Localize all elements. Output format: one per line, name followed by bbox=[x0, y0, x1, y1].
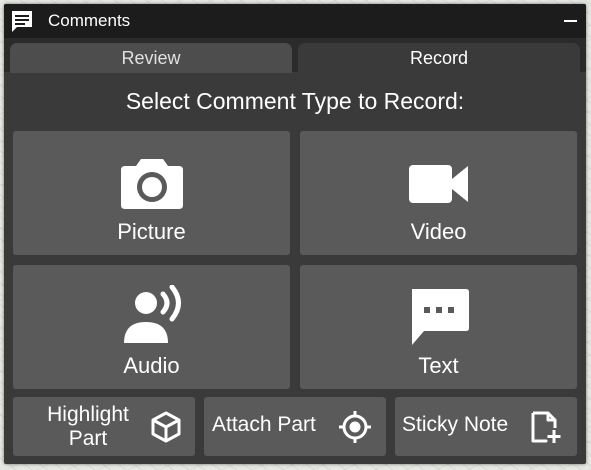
attach-part-button[interactable]: Attach Part bbox=[204, 397, 386, 456]
cube-icon bbox=[151, 411, 181, 443]
audio-button[interactable]: Audio bbox=[13, 265, 290, 389]
picture-label: Picture bbox=[117, 219, 186, 244]
picture-button[interactable]: Picture bbox=[13, 131, 290, 255]
text-label: Text bbox=[418, 353, 459, 378]
target-icon bbox=[339, 411, 371, 443]
comment-icon bbox=[12, 11, 32, 32]
tab-bar: Review Record bbox=[4, 38, 586, 73]
window-title: Comments bbox=[48, 11, 131, 30]
title-bar: Comments bbox=[4, 4, 586, 38]
text-button[interactable]: Text bbox=[300, 265, 577, 389]
audio-label: Audio bbox=[123, 353, 180, 378]
attach-part-label: Attach Part bbox=[212, 413, 316, 436]
video-camera-icon bbox=[408, 165, 468, 203]
sticky-note-label: Sticky Note bbox=[402, 413, 509, 436]
tab-review[interactable]: Review bbox=[10, 43, 292, 73]
comments-panel: Comments Review Record Select Comment Ty… bbox=[4, 4, 586, 464]
add-note-icon bbox=[531, 411, 561, 443]
highlight-part-button[interactable]: Highlight Part bbox=[13, 397, 195, 456]
text-bubble-icon bbox=[411, 289, 469, 345]
page-heading: Select Comment Type to Record: bbox=[125, 88, 465, 114]
camera-icon bbox=[120, 159, 183, 209]
highlight-part-label: Highlight Part bbox=[47, 403, 129, 450]
video-button[interactable]: Video bbox=[300, 131, 577, 255]
tab-record[interactable]: Record bbox=[298, 43, 580, 73]
speaking-person-icon bbox=[123, 285, 181, 343]
video-label: Video bbox=[410, 219, 467, 244]
sticky-note-button[interactable]: Sticky Note bbox=[395, 397, 577, 456]
minimize-button[interactable] bbox=[560, 10, 582, 32]
